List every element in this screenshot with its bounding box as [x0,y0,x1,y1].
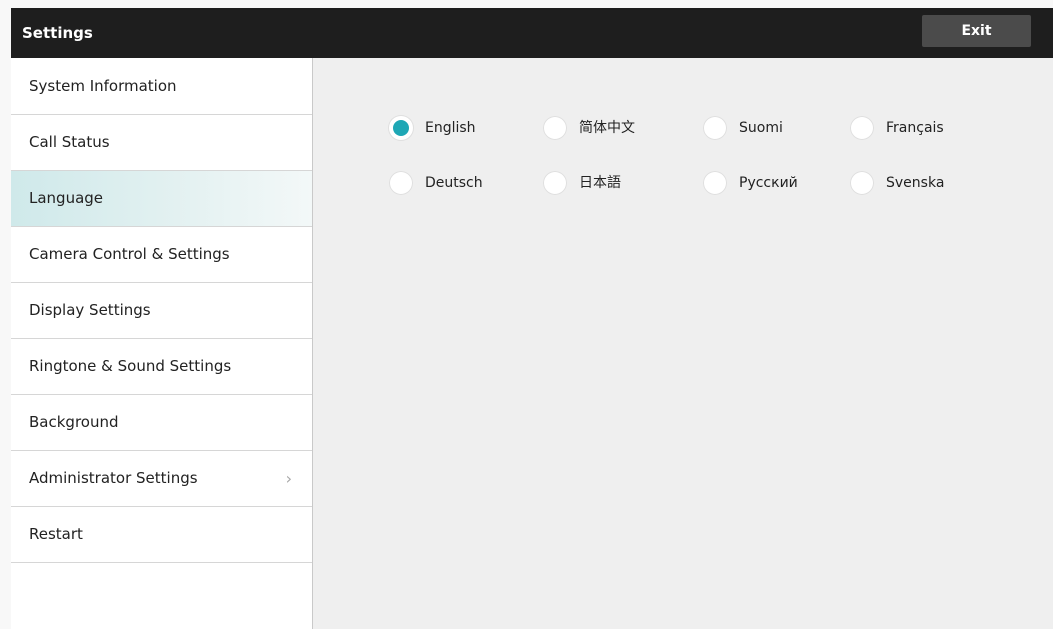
page-title: Settings [22,24,93,42]
sidebar-item-label: Administrator Settings [29,469,198,487]
language-label: Français [886,120,944,136]
sidebar-item-label: Display Settings [29,301,151,319]
sidebar-item-ringtone-sound-settings[interactable]: Ringtone & Sound Settings [11,339,312,395]
radio-unselected-icon [703,116,727,140]
chevron-right-icon: › [285,469,292,488]
radio-unselected-icon [850,171,874,195]
top-bar: Settings Exit [11,8,1053,58]
language-label: Deutsch [425,175,483,191]
radio-unselected-icon [850,116,874,140]
radio-selected-icon [393,120,409,136]
sidebar-item-label: Background [29,413,119,431]
sidebar-item-label: Call Status [29,133,110,151]
radio-unselected-icon [389,171,413,195]
sidebar-item-label: Ringtone & Sound Settings [29,357,232,375]
language-label: Suomi [739,120,783,136]
language-panel: English 简体中文 Suomi Français Deutsch 日本語 … [313,58,1053,629]
sidebar-item-language[interactable]: Language [11,171,312,227]
language-label: 简体中文 [579,120,635,136]
language-label: 日本語 [579,175,621,191]
exit-button[interactable]: Exit [922,15,1031,47]
radio-unselected-icon [703,171,727,195]
sidebar-item-camera-control-settings[interactable]: Camera Control & Settings [11,227,312,283]
language-label: Svenska [886,175,945,191]
sidebar-item-display-settings[interactable]: Display Settings [11,283,312,339]
sidebar-item-label: Restart [29,525,83,543]
language-label: English [425,120,476,136]
sidebar-item-system-information[interactable]: System Information [11,58,312,115]
sidebar-item-label: Language [29,189,104,207]
sidebar-item-administrator-settings[interactable]: Administrator Settings › [11,451,312,507]
settings-sidebar: System Information Call Status Language … [11,58,313,629]
radio-unselected-icon [543,171,567,195]
sidebar-item-restart[interactable]: Restart [11,507,312,563]
sidebar-item-label: Camera Control & Settings [29,245,230,263]
sidebar-item-label: System Information [29,77,177,95]
sidebar-item-background[interactable]: Background [11,395,312,451]
language-label: Русский [739,175,798,191]
sidebar-item-call-status[interactable]: Call Status [11,115,312,171]
radio-unselected-icon [543,116,567,140]
